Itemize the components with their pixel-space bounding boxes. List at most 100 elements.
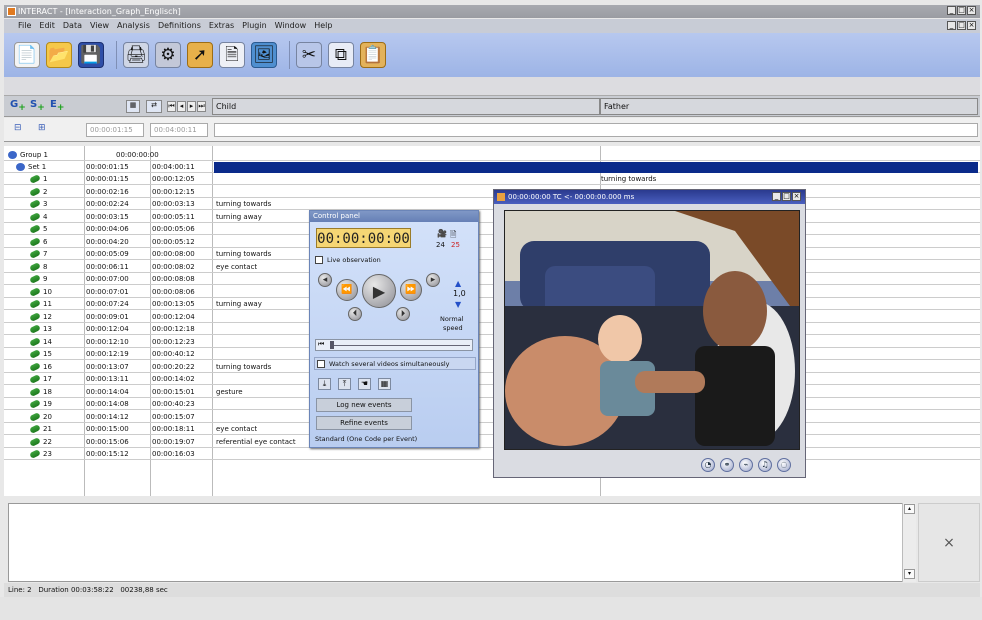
video-frame[interactable] (504, 210, 800, 450)
menu-data[interactable]: Data (63, 19, 82, 33)
event-row[interactable]: 12 00:00:09:01 00:00:12:04 (4, 311, 980, 323)
new-file-icon[interactable]: 📄 (14, 42, 40, 68)
event-row[interactable]: 7 00:00:05:09 00:00:08:00 turning towards (4, 249, 980, 260)
speed-down-icon[interactable]: ▼ (455, 300, 461, 309)
close-notes-button[interactable]: × (918, 503, 980, 582)
step-forward-button[interactable]: ▸ (426, 273, 440, 287)
event-row[interactable]: 3 00:00:02:24 00:00:03:13 turning towards (4, 199, 980, 210)
doc-close-button[interactable]: × (967, 21, 976, 30)
rewind-button[interactable]: ⏪ (336, 279, 358, 301)
menu-plugin[interactable]: Plugin (242, 19, 267, 33)
print-icon[interactable]: 🖨 (123, 42, 149, 68)
event-row[interactable]: 16 00:00:13:07 00:00:20:22 turning towards (4, 361, 980, 373)
column-header-father[interactable]: Father (600, 98, 978, 115)
event-row[interactable]: 2300:00:15:1200:00:16:03fatherese (4, 449, 980, 460)
maximize-button[interactable]: □ (957, 6, 966, 15)
copy-icon[interactable]: ⧉ (328, 42, 354, 68)
play-button[interactable]: ▶ (362, 274, 396, 308)
download-icon[interactable]: ⤓ (318, 378, 331, 390)
scroll-up-icon[interactable]: ▴ (904, 504, 915, 514)
event-row[interactable]: 9 00:00:07:00 00:00:08:08 (4, 274, 980, 285)
notes-scrollbar[interactable]: ▴ ▾ (902, 503, 916, 582)
camera-icon[interactable]: 🎥 (437, 229, 447, 238)
tc-start-field[interactable]: 00:00:01:15 (86, 123, 144, 137)
menu-definitions[interactable]: Definitions (158, 19, 201, 33)
menu-view[interactable]: View (90, 19, 109, 33)
refine-events-button[interactable]: Refine events (316, 416, 412, 430)
video-audio-icon[interactable]: ⌁ (739, 458, 753, 472)
save-icon[interactable]: 💾 (78, 42, 104, 68)
notes-area[interactable] (8, 503, 914, 582)
tc-end-field[interactable]: 00:04:00:11 (150, 123, 208, 137)
settings-gear-icon[interactable]: ⚙ (155, 42, 181, 68)
group-row[interactable]: Group 1 00:00:00:00 (4, 150, 980, 161)
event-row[interactable]: 21 00:00:15:00 00:00:18:11 eye contact (4, 424, 980, 435)
paste-icon[interactable]: 📋 (360, 42, 386, 68)
speed-up-icon[interactable]: ▲ (455, 279, 461, 288)
live-observation-checkbox[interactable] (315, 256, 323, 264)
frame-back-button[interactable]: ⏴ (348, 307, 362, 321)
scroll-down-icon[interactable]: ▾ (904, 569, 915, 579)
column-swap-icon[interactable]: ⇄ (146, 100, 162, 113)
nav-next-icon[interactable]: ▸ (187, 101, 196, 112)
fast-forward-button[interactable]: ⏩ (400, 279, 422, 301)
hand-icon[interactable]: ☚ (358, 378, 371, 390)
watch-several-checkbox[interactable] (317, 360, 325, 368)
minimize-button[interactable]: _ (947, 6, 956, 15)
upload-icon[interactable]: ⤒ (338, 378, 351, 390)
nav-first-icon[interactable]: ⏮ (167, 101, 176, 112)
add-group-button[interactable]: G+ (10, 99, 26, 113)
cut-icon[interactable]: ✂ (296, 42, 322, 68)
code-filter-field[interactable] (214, 123, 978, 137)
frame-forward-button[interactable]: ⏵ (396, 307, 410, 321)
video-options-icon[interactable]: ◌ (777, 458, 791, 472)
video-link-icon[interactable]: ⚭ (720, 458, 734, 472)
event-row[interactable]: 18 00:00:14:04 00:00:15:01 gesture (4, 386, 980, 398)
export-icon[interactable]: ➚ (187, 42, 213, 68)
open-folder-icon[interactable]: 📂 (46, 42, 72, 68)
video-maximize-button[interactable]: □ (782, 192, 791, 201)
filter-icon[interactable]: ⊟ (14, 123, 22, 133)
menu-file[interactable]: File (18, 19, 31, 33)
event-row[interactable]: 8 00:00:06:11 00:00:08:02 eye contact (4, 261, 980, 273)
menu-window[interactable]: Window (275, 19, 307, 33)
position-slider[interactable]: ⏮ (315, 339, 473, 351)
close-button[interactable]: × (967, 6, 976, 15)
event-row[interactable]: 15 00:00:12:19 00:00:40:12 (4, 349, 980, 360)
menu-analysis[interactable]: Analysis (117, 19, 150, 33)
column-header-child[interactable]: Child (212, 98, 600, 115)
event-row[interactable]: 10 00:00:07:01 00:00:08:06 (4, 286, 980, 298)
event-row[interactable]: 20 00:00:14:12 00:00:15:07 (4, 411, 980, 423)
event-row[interactable]: 2 00:00:02:16 00:00:12:15 (4, 186, 980, 198)
menu-edit[interactable]: Edit (39, 19, 55, 33)
event-row[interactable]: 1 00:00:01:15 00:00:12:05 turning towards (4, 174, 980, 185)
event-row[interactable]: 22 00:00:15:06 00:00:19:07 referential eye … (4, 436, 980, 448)
event-row[interactable]: 14 00:00:12:10 00:00:12:23 (4, 336, 980, 348)
set-row[interactable]: Set 1 00:00:01:15 00:04:00:11 (4, 162, 980, 173)
report-icon[interactable]: 🗎 (219, 42, 245, 68)
nav-last-icon[interactable]: ⏭ (197, 101, 206, 112)
event-row[interactable]: 13 00:00:12:04 00:00:12:18 (4, 324, 980, 335)
video-minimize-button[interactable]: _ (772, 192, 781, 201)
video-sync-icon[interactable]: ◔ (701, 458, 715, 472)
event-row[interactable]: 19 00:00:14:08 00:00:40:23 (4, 399, 980, 410)
event-row[interactable]: 17 00:00:13:11 00:00:14:02 (4, 374, 980, 385)
event-row[interactable]: 5 00:00:04:06 00:00:05:06 (4, 224, 980, 235)
grid-view-icon[interactable]: ▦ (126, 100, 140, 113)
menu-help[interactable]: Help (314, 19, 332, 33)
log-new-events-button[interactable]: Log new events (316, 398, 412, 412)
nav-prev-icon[interactable]: ◂ (177, 101, 186, 112)
event-row[interactable]: 11 00:00:07:24 00:00:13:05 turning away (4, 299, 980, 310)
doc-minimize-button[interactable]: _ (947, 21, 956, 30)
add-set-button[interactable]: S+ (30, 99, 45, 113)
add-event-button[interactable]: E+ (50, 99, 64, 113)
video-close-button[interactable]: × (792, 192, 801, 201)
step-back-button[interactable]: ◂ (318, 273, 332, 287)
event-row[interactable]: 6 00:00:04:20 00:00:05:12 (4, 236, 980, 248)
filter-options-icon[interactable]: ⊞ (38, 123, 46, 133)
doc-maximize-button[interactable]: □ (957, 21, 966, 30)
event-row[interactable]: 4 00:00:03:15 00:00:05:11 turning away (4, 211, 980, 223)
menu-extras[interactable]: Extras (209, 19, 234, 33)
video-music-icon[interactable]: ♫ (758, 458, 772, 472)
image-icon[interactable]: 🖼 (251, 42, 277, 68)
